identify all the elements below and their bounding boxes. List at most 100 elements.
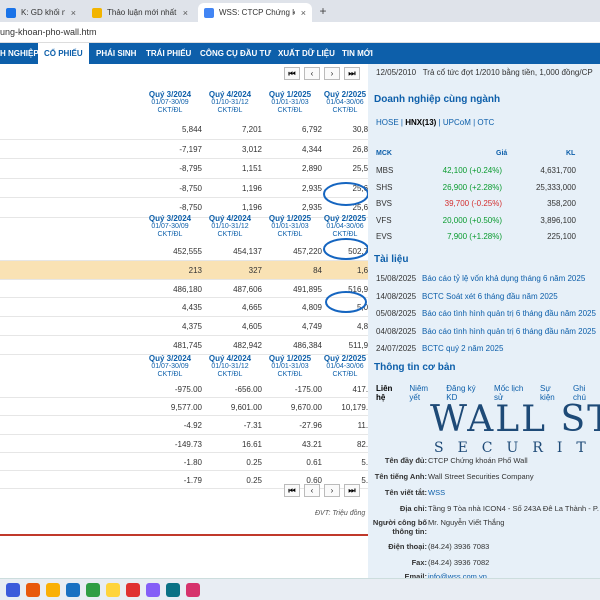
nav-stocks[interactable]: CỔ PHIẾU (38, 43, 89, 64)
value-cell: 2,935 (301, 203, 322, 212)
value-cell: -8,750 (179, 203, 202, 212)
info-label: Người công bố thông tin: (372, 518, 427, 536)
taskbar-app-icon[interactable] (146, 583, 160, 597)
quarter-header-cell[interactable]: Quý 4/2024 01/10-31/12 CKT/ĐL (200, 214, 260, 239)
doc-link[interactable]: Báo cáo tình hình quản trị 6 tháng đầu n… (422, 327, 596, 336)
quarter-label: Quý 1/2025 (268, 354, 312, 363)
taskbar-app-icon[interactable] (186, 583, 200, 597)
value-cell: 9,670.00 (290, 403, 322, 413)
doc-link[interactable]: Báo cáo tỷ lệ vốn khả dụng tháng 6 năm 2… (422, 274, 585, 283)
taskbar-app-icon[interactable] (46, 583, 60, 597)
doc-link[interactable]: BCTC Soát xét 6 tháng đầu năm 2025 (422, 292, 558, 301)
value-cell: 5,844 (181, 125, 202, 134)
info-value: WSS (428, 488, 446, 497)
taskbar-app-icon[interactable] (6, 583, 20, 597)
peer-symbol[interactable]: MBS (376, 166, 393, 175)
taskbar-app-icon[interactable] (126, 583, 140, 597)
exchange-hose[interactable]: HOSE (376, 118, 399, 127)
value-cell: 0.61 (306, 457, 322, 467)
next-page-button[interactable]: › (324, 67, 340, 80)
value-cell: -8,750 (179, 183, 202, 193)
info-value: (84.24) 3936 7082 (428, 558, 490, 567)
quarter-header-cell[interactable]: Quý 3/2024 01/07-30/09 CKT/ĐL (140, 214, 200, 239)
new-tab-button[interactable]: + (316, 4, 330, 18)
peer-row[interactable]: BVS 39,700 (-0.25%) 358,200 (368, 196, 600, 212)
nav-news[interactable]: TIN MỚI (342, 43, 373, 64)
value-cell: 487,606 (233, 284, 262, 294)
peer-symbol[interactable]: SHS (376, 183, 392, 192)
address-bar[interactable]: ung-khoan-pho-wall.htm (0, 22, 600, 43)
nav-bonds[interactable]: TRÁI PHIẾU (146, 43, 191, 64)
peer-row[interactable]: VFS 20,000 (+0.50%) 3,896,100 (368, 213, 600, 229)
prev-page-button[interactable]: ‹ (304, 67, 320, 80)
last-page-button[interactable]: ⏭ (344, 67, 360, 80)
quarter-header-cell[interactable]: Quý 3/2024 01/07-30/09 CKT/ĐL (140, 90, 200, 115)
doc-link[interactable]: BCTC quý 2 năm 2025 (422, 344, 503, 353)
taskbar-app-icon[interactable] (106, 583, 120, 597)
tab-foreign-trading[interactable]: K: GD khối ngoại × (0, 3, 82, 22)
taskbar-app-icon[interactable] (86, 583, 100, 597)
info-value: Wall Street Securities Company (428, 472, 534, 481)
peer-symbol[interactable]: EVS (376, 232, 392, 241)
table-row: 4,435 4,665 4,809 5,014 (0, 298, 377, 318)
peer-symbol[interactable]: VFS (376, 216, 392, 225)
taskbar-app-icon[interactable] (66, 583, 80, 597)
quarter-header-cell[interactable]: Quý 2/2025 01/04-30/06 CKT/ĐL (315, 214, 375, 239)
first-page-button[interactable]: ⏮ (284, 484, 300, 497)
nav-tools[interactable]: CÔNG CỤ ĐẦU TƯ (200, 43, 271, 64)
quarter-header-cell[interactable]: Quý 1/2025 01/01-31/03 CKT/ĐL (260, 214, 320, 239)
doc-item: 14/08/2025 BCTC Soát xét 6 tháng đầu năm … (376, 292, 558, 301)
quarter-header-cell[interactable]: Quý 1/2025 01/01-31/03 CKT/ĐL (260, 354, 320, 379)
value-cell: 454,137 (233, 247, 262, 256)
table-row: 452,555 454,137 457,220 502,707 (0, 242, 377, 261)
taskbar (0, 578, 600, 600)
prev-page-button[interactable]: ‹ (304, 484, 320, 497)
close-tab-icon[interactable]: × (301, 8, 306, 18)
exchange-hnx[interactable]: HNX(13) (405, 118, 436, 127)
value-cell: 16.61 (241, 439, 262, 449)
quarter-header-cell[interactable]: Quý 4/2024 01/10-31/12 CKT/ĐL (200, 354, 260, 379)
value-cell: 327 (248, 265, 262, 275)
first-page-button[interactable]: ⏮ (284, 67, 300, 80)
nav-derivatives[interactable]: PHÁI SINH (96, 43, 136, 64)
next-page-button[interactable]: › (324, 484, 340, 497)
nav-business[interactable]: H NGHIỆP (0, 43, 39, 64)
value-cell: -27.96 (299, 421, 322, 431)
tab-discussion[interactable]: Thảo luận mới nhất × (86, 3, 194, 22)
close-tab-icon[interactable]: × (183, 8, 188, 18)
close-tab-icon[interactable]: × (71, 8, 76, 18)
exchange-otc[interactable]: OTC (477, 118, 494, 127)
quarter-dates: 01/04-30/06 (326, 223, 364, 230)
quarter-header-cell[interactable]: Quý 2/2025 01/04-30/06 CKT/ĐL (315, 90, 375, 115)
exchange-upcom[interactable]: UPCoM (443, 118, 471, 127)
taskbar-app-icon[interactable] (26, 583, 40, 597)
peer-row[interactable]: MBS 42,100 (+0.24%) 4,631,700 (368, 163, 600, 179)
value-cell: -1.80 (183, 457, 202, 467)
quarter-header-cell[interactable]: Quý 4/2024 01/10-31/12 CKT/ĐL (200, 90, 260, 115)
taskbar-app-icon[interactable] (166, 583, 180, 597)
tab-wss[interactable]: WSS: CTCP Chứng khoán Phố Wall × (198, 3, 312, 22)
financial-panel: ⏮ ‹ › ⏭ Quý 3/2024 01/07-30/09 CKT/ĐL Quý 4… (0, 64, 377, 578)
info-value: Mr. Nguyễn Viết Thắng (428, 518, 505, 527)
site-favicon-icon (6, 7, 16, 18)
doc-item: 15/08/2025 Báo cáo tỷ lệ vốn khả dụng thá… (376, 274, 585, 283)
peer-row[interactable]: SHS 26,900 (+2.28%) 25,333,000 (368, 180, 600, 196)
audit-status: CKT/ĐL (157, 231, 183, 238)
peer-symbol[interactable]: BVS (376, 199, 392, 208)
pager-bottom: ⏮ ‹ › ⏭ (284, 484, 360, 497)
peer-row[interactable]: EVS 7,900 (+1.28%) 225,100 (368, 229, 600, 245)
doc-link[interactable]: Báo cáo tình hình quản trị 6 tháng đầu n… (422, 309, 596, 318)
table-row: -1.800.250.615.13 (0, 453, 377, 471)
dividend-text[interactable]: Trả cổ tức đợt 1/2010 bằng tiền, 1,000 đ… (423, 68, 593, 77)
info-tab-contact[interactable]: Liên hệ (376, 384, 403, 402)
peer-volume: 358,200 (547, 199, 576, 208)
quarter-header-cell[interactable]: Quý 1/2025 01/01-31/03 CKT/ĐL (260, 90, 320, 115)
nav-export[interactable]: XUẤT DỮ LIỆU (278, 43, 335, 64)
value-cell: 486,180 (173, 284, 202, 294)
last-page-button[interactable]: ⏭ (344, 484, 360, 497)
quarter-header-cell[interactable]: Quý 2/2025 01/04-30/06 CKT/ĐL (315, 354, 375, 379)
value-cell: 2,890 (301, 164, 322, 173)
site-favicon-icon (92, 7, 102, 18)
pager-top: ⏮ ‹ › ⏭ (284, 67, 360, 80)
quarter-header-cell[interactable]: Quý 3/2024 01/07-30/09 CKT/ĐL (140, 354, 200, 379)
